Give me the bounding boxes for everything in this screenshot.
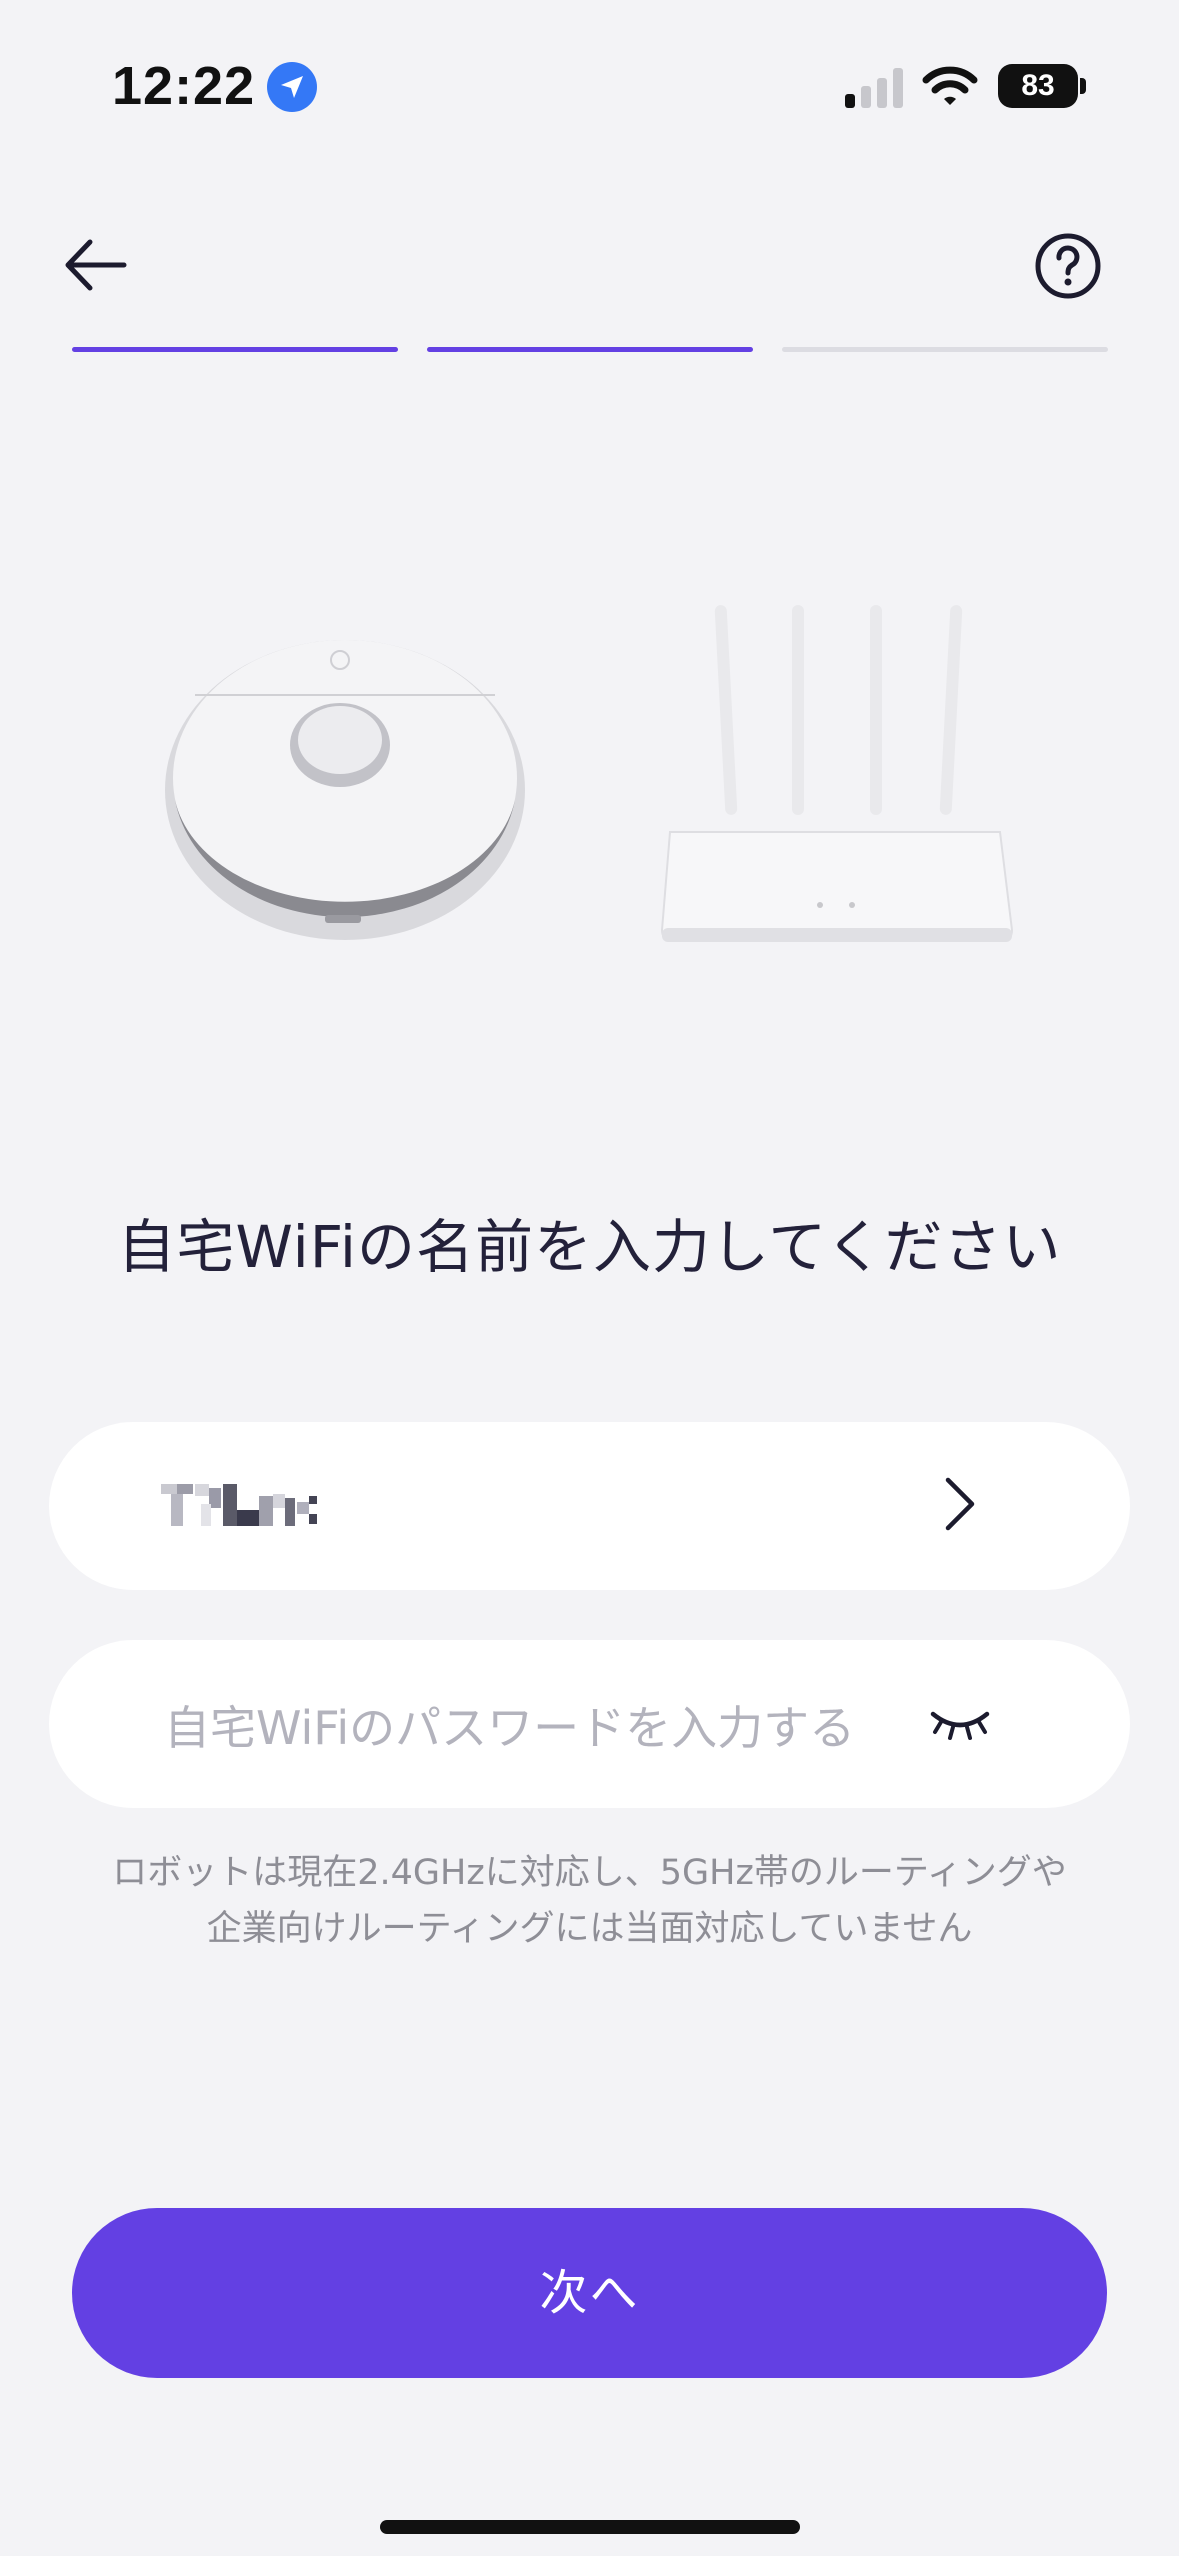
eye-closed-icon[interactable] [927, 1702, 993, 1742]
password-placeholder: 自宅WiFiのパスワードを入力する [164, 1701, 856, 1755]
wifi-name-value-redacted [161, 1484, 317, 1526]
wifi-status-icon [922, 64, 978, 112]
next-button[interactable]: 次へ [72, 2208, 1107, 2378]
progress-step-2 [427, 347, 753, 352]
progress-step-1 [72, 347, 398, 352]
location-arrow-icon [267, 62, 317, 112]
back-button[interactable] [60, 230, 140, 300]
progress-step-3 [782, 347, 1108, 352]
robot-vacuum-image [165, 640, 525, 940]
frequency-note: ロボットは現在2.4GHzに対応し、5GHz帯のルーティングや 企業向けルーティ… [112, 1853, 1067, 1949]
battery-tip [1080, 78, 1086, 94]
wifi-router-image [660, 605, 1014, 942]
arrow-left-icon [65, 239, 127, 291]
status-time: 12:22 [112, 56, 256, 116]
password-input[interactable]: 自宅WiFiのパスワードを入力する [49, 1640, 1130, 1808]
wifi-name-selector[interactable] [49, 1422, 1130, 1590]
chevron-right-icon [945, 1477, 975, 1531]
cellular-signal-icon [845, 66, 905, 108]
help-button[interactable] [1034, 232, 1102, 300]
home-indicator[interactable] [380, 2520, 800, 2534]
battery-indicator: 83 [998, 64, 1078, 108]
question-circle-icon [1035, 233, 1101, 299]
page-title: 自宅WiFiの名前を入力してください [117, 1213, 1062, 1281]
